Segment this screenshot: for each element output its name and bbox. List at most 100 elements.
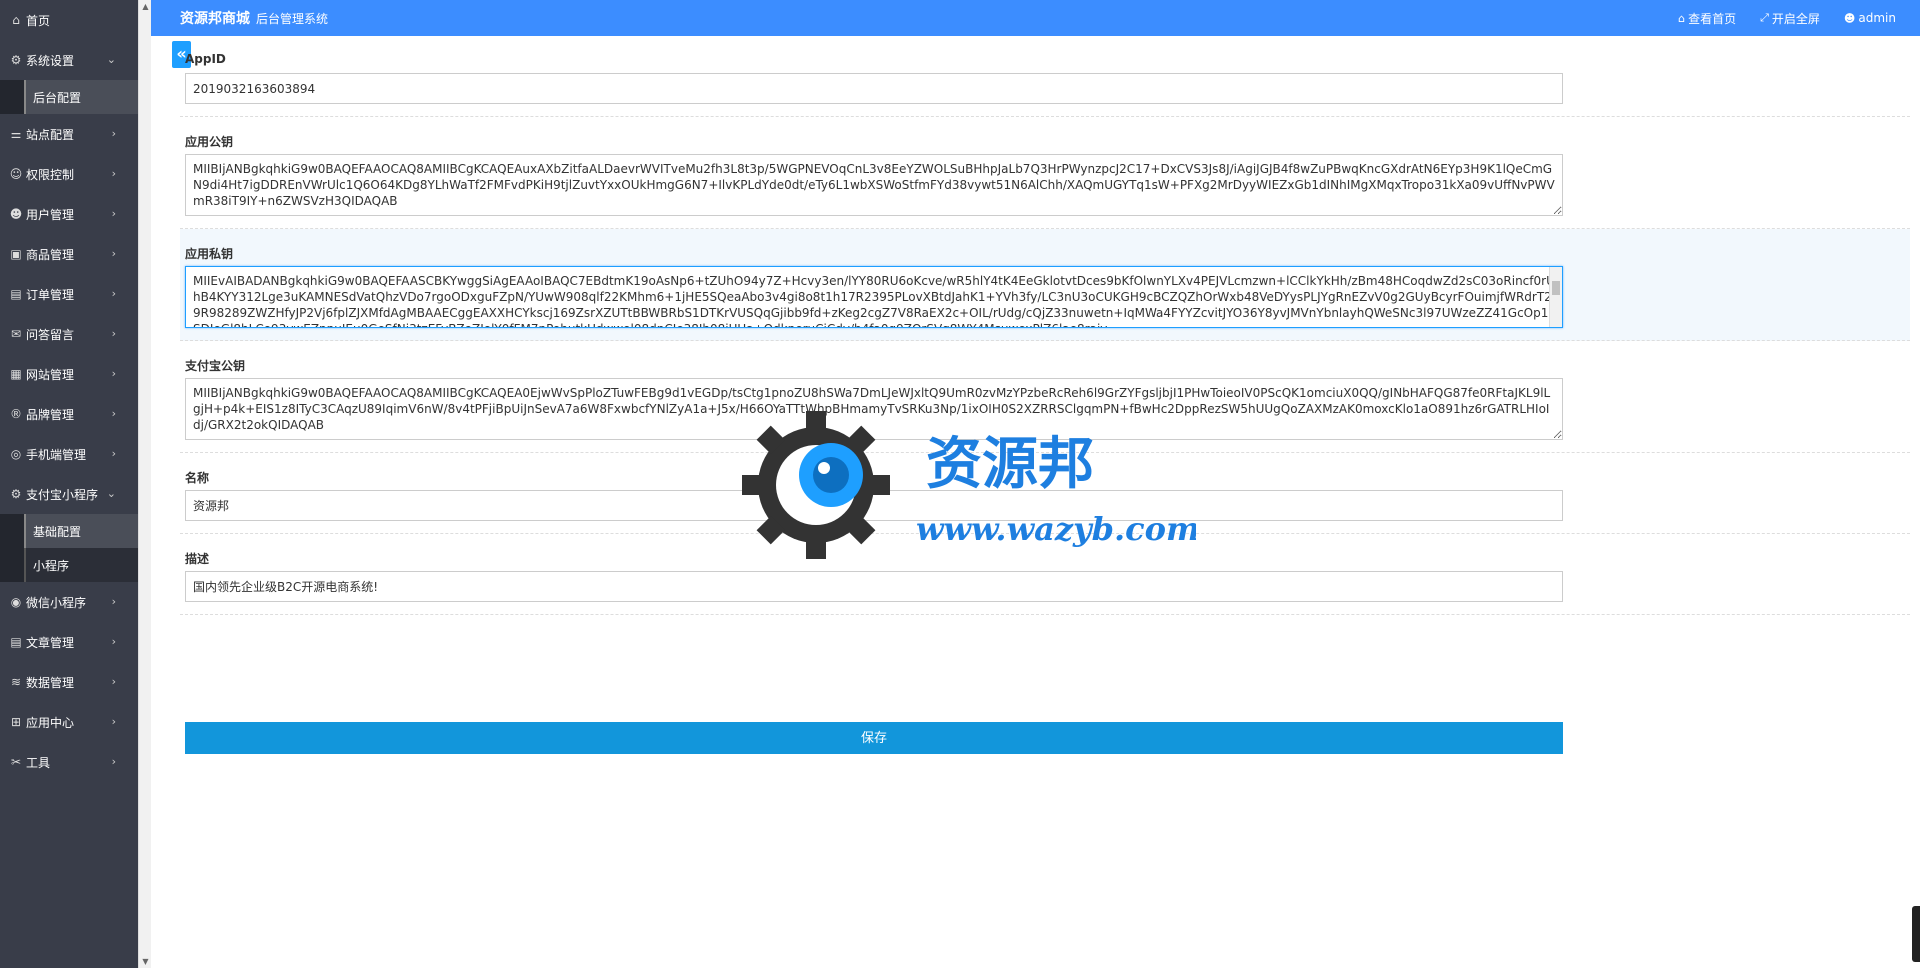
brand-icon: ® [10, 407, 22, 421]
public-key-field-group: 应用公钥 MIIBIjANBgkqhkiG9w0BAQEFAAOCAQ8AMII… [180, 117, 1910, 229]
database-icon: ≋ [10, 675, 22, 689]
alipay-public-key-textarea[interactable]: MIIBIjANBgkqhkiG9w0BAQEFAAOCAQ8AMIIBCgKC… [185, 378, 1563, 440]
users-icon: ☻ [9, 207, 23, 221]
sidebar-item-messages[interactable]: ✉ 问答留言 › [0, 314, 138, 354]
sidebar-item-permissions[interactable]: ☺ 权限控制 › [0, 154, 138, 194]
name-field-group: 名称 [180, 453, 1910, 534]
sidebar-item-data[interactable]: ≋ 数据管理 › [0, 662, 138, 702]
sidebar-item-goods[interactable]: ▣ 商品管理 › [0, 234, 138, 274]
view-home-link[interactable]: ⌂ 查看首页 [1678, 10, 1736, 27]
sidebar-subitem-backend-config[interactable]: 后台配置 [0, 80, 138, 114]
private-key-textarea[interactable]: MIIEvAIBADANBgkqhkiG9w0BAQEFAASCBKYwggSi… [185, 266, 1563, 328]
public-key-textarea[interactable]: MIIBIjANBgkqhkiG9w0BAQEFAAOCAQ8AMIIBCgKC… [185, 154, 1563, 216]
goods-icon: ▣ [10, 247, 22, 261]
submenu-indent [0, 514, 24, 548]
chevron-right-icon: › [111, 327, 116, 340]
sidebar-item-users[interactable]: ☻ 用户管理 › [0, 194, 138, 234]
site-icon: ▦ [10, 367, 22, 381]
sidebar-subitem-miniprogram[interactable]: 小程序 [0, 548, 138, 582]
tools-icon: ✂ [10, 755, 22, 769]
chevron-right-icon: › [111, 407, 116, 420]
private-key-wrapper: MIIEvAIBADANBgkqhkiG9w0BAQEFAASCBKYwggSi… [185, 266, 1563, 328]
fullscreen-label: 开启全屏 [1771, 11, 1820, 26]
sidebar-item-mobile[interactable]: ◎ 手机端管理 › [0, 434, 138, 474]
chevron-down-icon: ⌄ [106, 487, 116, 500]
message-icon: ✉ [10, 327, 22, 341]
wechat-icon: ◉ [10, 595, 22, 609]
description-field-group: 描述 [180, 534, 1910, 615]
admin-label: admin [1858, 11, 1896, 25]
user-icon: ☺ [9, 167, 23, 181]
user-icon: ☻ [1843, 11, 1856, 25]
sidebar-item-tools[interactable]: ✂ 工具 › [0, 742, 138, 782]
name-label: 名称 [185, 471, 210, 485]
chevron-right-icon: › [111, 127, 116, 140]
scroll-down-icon[interactable]: ▼ [139, 955, 151, 968]
chevron-right-icon: › [111, 755, 116, 768]
sidebar-item-home[interactable]: ⌂ 首页 [0, 0, 138, 40]
sidebar-item-label: 用户管理 [26, 207, 75, 222]
sidebar-scrollbar[interactable]: ▲ ▼ [138, 0, 151, 968]
fullscreen-link[interactable]: ⤢ 开启全屏 [1760, 10, 1820, 27]
alipay-icon: ⚙ [10, 487, 22, 501]
textarea-scrollbar[interactable] [1549, 267, 1562, 327]
appid-label: AppID [185, 52, 226, 66]
sidebar-item-label: 问答留言 [26, 327, 75, 342]
sidebar-item-site-config[interactable]: ⚌ 站点配置 › [0, 114, 138, 154]
sidebar-menu: ⌂ 首页 ⚙ 系统设置 ⌄ 后台配置 ⚌ 站点配置 › ☺ 权限控制 › ☻ 用户管理 › ▣ 商品… [0, 0, 138, 782]
scroll-up-icon[interactable]: ▲ [139, 0, 151, 13]
home-icon: ⌂ [12, 13, 20, 27]
scrollbar-thumb[interactable] [1552, 281, 1560, 295]
sidebar-item-label: 商品管理 [26, 247, 75, 262]
sidebar-item-system-settings[interactable]: ⚙ 系统设置 ⌄ [0, 40, 138, 80]
sidebar-subitem-basic-config[interactable]: 基础配置 [0, 514, 138, 548]
chevron-right-icon: › [111, 167, 116, 180]
sidebar-item-alipay-miniprogram[interactable]: ⚙ 支付宝小程序 ⌄ [0, 474, 138, 514]
save-button[interactable]: 保存 [185, 722, 1563, 754]
sidebar-item-articles[interactable]: ▤ 文章管理 › [0, 622, 138, 662]
chevron-right-icon: › [111, 675, 116, 688]
chevron-right-icon: › [111, 447, 116, 460]
apps-icon: ⊞ [10, 715, 22, 729]
sidebar-item-label: 应用中心 [26, 715, 75, 730]
alipay-public-key-label: 支付宝公钥 [185, 359, 246, 373]
sidebar-item-label: 订单管理 [26, 287, 75, 302]
submenu-indent [0, 548, 24, 582]
chevron-right-icon: › [111, 207, 116, 220]
chevron-right-icon: › [111, 635, 116, 648]
submenu-marker [24, 80, 26, 114]
alipay-public-key-field-group: 支付宝公钥 MIIBIjANBgkqhkiG9w0BAQEFAAOCAQ8AMI… [180, 341, 1910, 453]
floating-side-widget[interactable] [1912, 906, 1920, 962]
sidebar-item-website[interactable]: ▦ 网站管理 › [0, 354, 138, 394]
admin-menu[interactable]: ☻ admin [1844, 11, 1896, 25]
appid-field-group: AppID [180, 36, 1910, 117]
sidebar-item-orders[interactable]: ▤ 订单管理 › [0, 274, 138, 314]
sidebar-item-label: 品牌管理 [26, 407, 75, 422]
sidebar-item-label: 微信小程序 [26, 595, 87, 610]
submenu-indent [0, 80, 24, 114]
sidebar-item-label: 支付宝小程序 [26, 487, 99, 502]
alipay-basic-config-form: AppID 应用公钥 MIIBIjANBgkqhkiG9w0BAQEFAAOCA… [180, 36, 1910, 615]
submenu-marker [24, 548, 26, 582]
chevron-right-icon: › [111, 287, 116, 300]
sidebar-item-label: 后台配置 [33, 90, 82, 105]
sidebar-item-label: 手机端管理 [26, 447, 87, 462]
sidebar-item-app-center[interactable]: ⊞ 应用中心 › [0, 702, 138, 742]
sidebar-item-brands[interactable]: ® 品牌管理 › [0, 394, 138, 434]
sidebar-item-label: 数据管理 [26, 675, 75, 690]
article-icon: ▤ [10, 635, 22, 649]
view-home-label: 查看首页 [1688, 11, 1737, 26]
private-key-field-group: 应用私钥 MIIEvAIBADANBgkqhkiG9w0BAQEFAASCBKY… [180, 229, 1910, 341]
appid-input[interactable] [185, 73, 1563, 104]
gear-icon: ⚙ [10, 53, 22, 67]
description-input[interactable] [185, 571, 1563, 602]
sidebar: ⌂ 首页 ⚙ 系统设置 ⌄ 后台配置 ⚌ 站点配置 › ☺ 权限控制 › ☻ 用户管理 › ▣ 商品… [0, 0, 151, 968]
sidebar-item-wechat-miniprogram[interactable]: ◉ 微信小程序 › [0, 582, 138, 622]
private-key-label: 应用私钥 [185, 247, 234, 261]
home-icon: ⌂ [1678, 11, 1686, 25]
name-input[interactable] [185, 490, 1563, 521]
sidebar-item-label: 工具 [26, 755, 51, 770]
sidebar-item-label: 小程序 [33, 558, 70, 573]
sidebar-item-label: 系统设置 [26, 53, 75, 68]
mobile-icon: ◎ [10, 447, 22, 461]
